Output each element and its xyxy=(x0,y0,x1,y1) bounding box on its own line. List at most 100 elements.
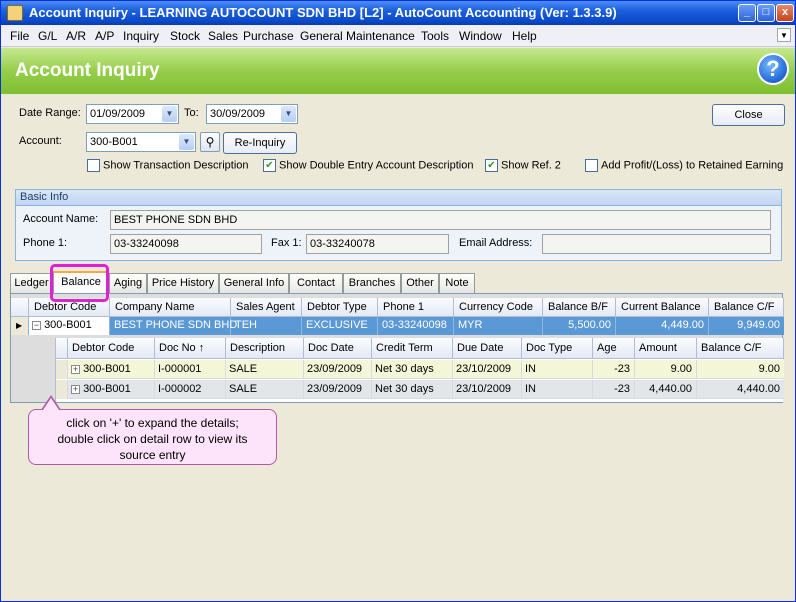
detail-age-cell[interactable]: -23 xyxy=(593,360,635,379)
tab-general-info[interactable]: General Info xyxy=(219,273,289,293)
checkbox-box[interactable] xyxy=(585,159,598,172)
mdi-dropdown-icon[interactable]: ▼ xyxy=(777,28,791,42)
close-window-button[interactable]: x xyxy=(776,4,794,22)
show-ref2-checkbox[interactable]: ✔ Show Ref. 2 xyxy=(485,159,561,175)
account-name-field[interactable]: BEST PHONE SDN BHD xyxy=(110,210,771,230)
detail-credit-term-cell[interactable]: Net 30 days xyxy=(372,360,453,379)
tab-note[interactable]: Note xyxy=(439,273,475,293)
detail-col-balance-cf[interactable]: Balance C/F xyxy=(697,338,784,359)
detail-col-doc-type[interactable]: Doc Type xyxy=(522,338,593,359)
phone1-cell[interactable]: 03-33240098 xyxy=(378,317,454,335)
menu-file[interactable]: File xyxy=(10,29,29,43)
tab-contact[interactable]: Contact xyxy=(289,273,343,293)
menu-gl[interactable]: G/L xyxy=(38,29,57,43)
chevron-down-icon[interactable]: ▼ xyxy=(162,106,177,122)
checkmark-icon[interactable]: ✔ xyxy=(263,159,276,172)
show-transaction-description-checkbox[interactable]: Show Transaction Description xyxy=(87,159,249,175)
checkbox-box[interactable] xyxy=(87,159,100,172)
tab-branches[interactable]: Branches xyxy=(343,273,401,293)
currency-code-cell[interactable]: MYR xyxy=(454,317,543,335)
menu-help[interactable]: Help xyxy=(512,29,537,43)
debtor-type-cell[interactable]: EXCLUSIVE xyxy=(302,317,378,335)
collapse-icon[interactable]: − xyxy=(32,320,41,330)
menu-inquiry[interactable]: Inquiry xyxy=(123,29,159,43)
menu-sales[interactable]: Sales xyxy=(208,29,238,43)
expand-icon[interactable]: + xyxy=(71,364,80,374)
detail-doc-no-cell[interactable]: I-000002 xyxy=(155,380,226,399)
col-current-balance[interactable]: Current Balance xyxy=(616,298,709,317)
menu-ar[interactable]: A/R xyxy=(66,29,86,43)
balance-cf-cell[interactable]: 9,949.00 xyxy=(709,317,784,335)
menu-general-maintenance[interactable]: General Maintenance xyxy=(300,29,415,43)
balance-bf-cell[interactable]: 5,500.00 xyxy=(543,317,616,335)
fax1-field[interactable]: 03-33240078 xyxy=(306,234,449,254)
minimize-button[interactable]: _ xyxy=(738,4,756,22)
detail-row[interactable]: + 300-B001 I-000002 SALE 23/09/2009 Net … xyxy=(56,380,784,399)
col-debtor-type[interactable]: Debtor Type xyxy=(302,298,378,317)
detail-due-date-cell[interactable]: 23/10/2009 xyxy=(453,360,522,379)
detail-doc-date-cell[interactable]: 23/09/2009 xyxy=(304,380,372,399)
detail-amount-cell[interactable]: 4,440.00 xyxy=(635,380,697,399)
add-profit-loss-checkbox[interactable]: Add Profit/(Loss) to Retained Earning xyxy=(585,159,783,175)
detail-col-age[interactable]: Age xyxy=(593,338,635,359)
detail-col-credit-term[interactable]: Credit Term xyxy=(372,338,453,359)
menu-purchase[interactable]: Purchase xyxy=(243,29,294,43)
chevron-down-icon[interactable]: ▼ xyxy=(179,134,194,150)
show-double-entry-checkbox[interactable]: ✔ Show Double Entry Account Description xyxy=(263,159,473,175)
detail-doc-type-cell[interactable]: IN xyxy=(522,360,593,379)
checkbox-label: Add Profit/(Loss) to Retained Earning xyxy=(601,159,784,172)
menu-window[interactable]: Window xyxy=(459,29,502,43)
maximize-button[interactable]: □ xyxy=(757,4,775,22)
detail-description-cell[interactable]: SALE xyxy=(226,380,304,399)
tab-aging[interactable]: Aging xyxy=(109,273,147,293)
detail-amount-cell[interactable]: 9.00 xyxy=(635,360,697,379)
menu-stock[interactable]: Stock xyxy=(170,29,200,43)
detail-age-cell[interactable]: -23 xyxy=(593,380,635,399)
detail-col-amount[interactable]: Amount xyxy=(635,338,697,359)
current-balance-cell[interactable]: 4,449.00 xyxy=(616,317,709,335)
phone1-field[interactable]: 03-33240098 xyxy=(110,234,262,254)
search-icon[interactable]: ⚲ xyxy=(200,132,220,152)
detail-due-date-cell[interactable]: 23/10/2009 xyxy=(453,380,522,399)
col-company-name[interactable]: Company Name xyxy=(110,298,231,317)
detail-description-cell[interactable]: SALE xyxy=(226,360,304,379)
detail-col-due-date[interactable]: Due Date xyxy=(453,338,522,359)
email-field[interactable] xyxy=(542,234,771,254)
detail-col-doc-date[interactable]: Doc Date xyxy=(304,338,372,359)
menu-ap[interactable]: A/P xyxy=(95,29,114,43)
detail-debtor-code-cell[interactable]: + 300-B001 xyxy=(68,360,155,379)
expand-icon[interactable]: + xyxy=(71,384,80,394)
detail-credit-term-cell[interactable]: Net 30 days xyxy=(372,380,453,399)
detail-doc-type-cell[interactable]: IN xyxy=(522,380,593,399)
sales-agent-cell[interactable]: TEH xyxy=(231,317,302,335)
help-icon[interactable]: ? xyxy=(757,53,789,85)
col-balance-cf[interactable]: Balance C/F xyxy=(709,298,784,317)
menu-tools[interactable]: Tools xyxy=(421,29,449,43)
col-sales-agent[interactable]: Sales Agent xyxy=(231,298,302,317)
detail-col-doc-no[interactable]: Doc No ↑ xyxy=(155,338,226,359)
detail-balance-cf-cell[interactable]: 9.00 xyxy=(697,360,784,379)
tab-ledger[interactable]: Ledger xyxy=(10,273,53,293)
reinquiry-button[interactable]: Re-Inquiry xyxy=(223,132,297,154)
company-name-cell[interactable]: BEST PHONE SDN BHD xyxy=(110,317,237,335)
debtor-code-cell[interactable]: − 300-B001 xyxy=(29,317,110,335)
col-phone1[interactable]: Phone 1 xyxy=(378,298,454,317)
tab-price-history[interactable]: Price History xyxy=(147,273,219,293)
tab-other[interactable]: Other xyxy=(401,273,439,293)
checkmark-icon[interactable]: ✔ xyxy=(485,159,498,172)
detail-doc-date-cell[interactable]: 23/09/2009 xyxy=(304,360,372,379)
detail-balance-cf-cell[interactable]: 4,440.00 xyxy=(697,380,784,399)
col-currency-code[interactable]: Currency Code xyxy=(454,298,543,317)
table-row[interactable]: ▶ − 300-B001 BEST PHONE SDN BHD TEH EXCL… xyxy=(11,317,784,335)
col-balance-bf[interactable]: Balance B/F xyxy=(543,298,616,317)
date-from-picker[interactable]: 01/09/2009 ▼ xyxy=(86,104,179,124)
chevron-down-icon[interactable]: ▼ xyxy=(281,106,296,122)
close-button[interactable]: Close xyxy=(712,104,785,126)
detail-debtor-code-cell[interactable]: + 300-B001 xyxy=(68,380,155,399)
detail-col-description[interactable]: Description xyxy=(226,338,304,359)
detail-doc-no-cell[interactable]: I-000001 xyxy=(155,360,226,379)
detail-row[interactable]: + 300-B001 I-000001 SALE 23/09/2009 Net … xyxy=(56,360,784,379)
account-combo[interactable]: 300-B001 ▼ xyxy=(86,132,196,152)
detail-col-debtor-code[interactable]: Debtor Code xyxy=(68,338,155,359)
date-to-picker[interactable]: 30/09/2009 ▼ xyxy=(206,104,298,124)
